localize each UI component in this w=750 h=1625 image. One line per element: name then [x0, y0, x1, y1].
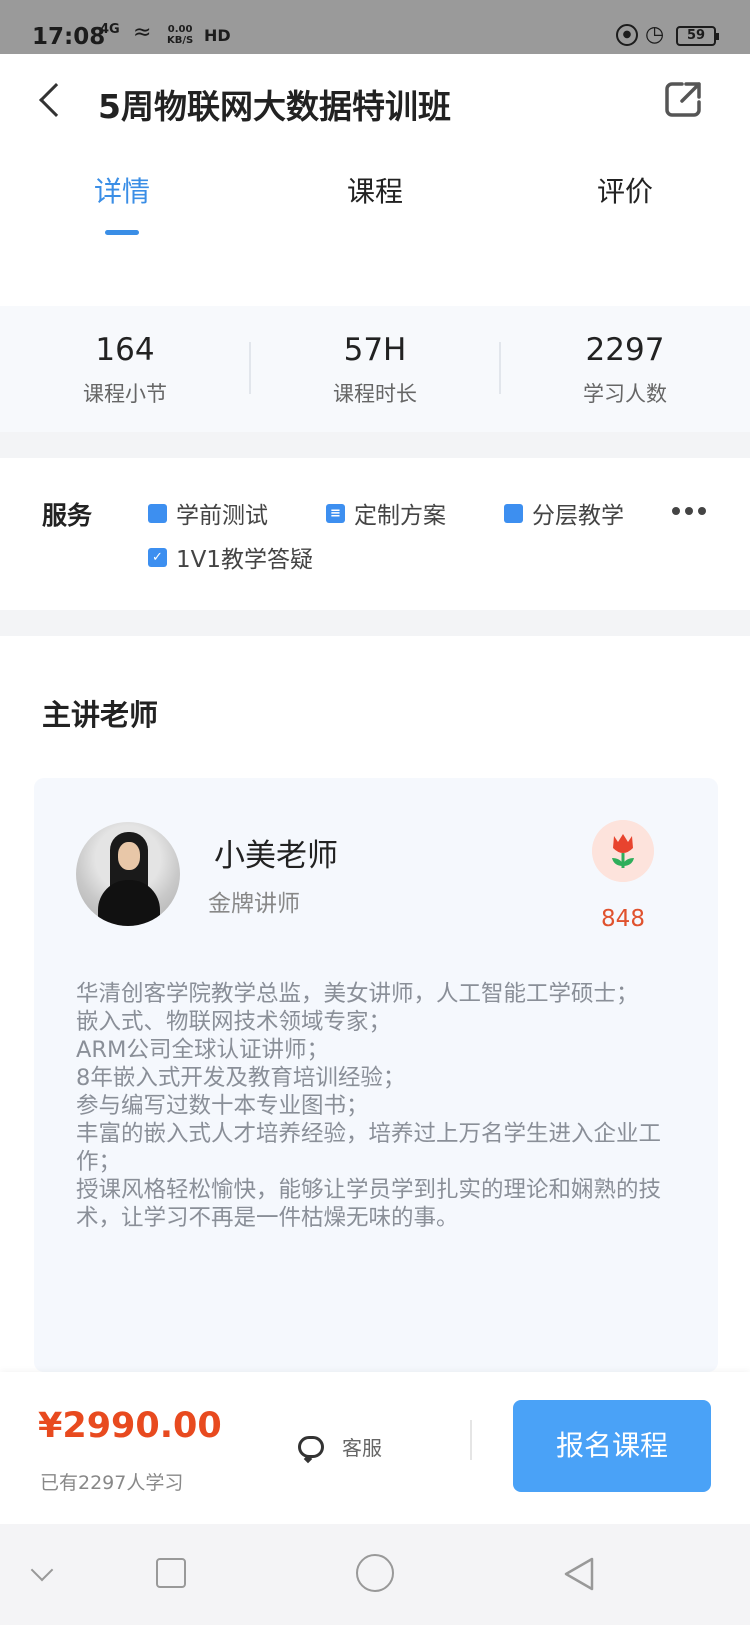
customer-service-button[interactable]: 客服 [298, 1432, 382, 1461]
service-label: 1V1教学答疑 [176, 547, 314, 573]
enroll-button[interactable]: 报名课程 [513, 1400, 711, 1492]
tab-bar: 详情 课程 评价 [0, 150, 750, 240]
more-dot [685, 507, 693, 515]
stat-lessons: 164 课程小节 [0, 332, 250, 408]
bio-line: 丰富的嵌入式人才培养经验，培养过上万名学生进入企业工作； [76, 1121, 662, 1175]
more-icon[interactable] [672, 507, 706, 515]
bio-line: 授课风格轻松愉快，能够让学员学到扎实的理论和娴熟的技术，让学习不再是一件枯燥无味… [76, 1177, 662, 1231]
teacher-section: 主讲老师 小美老师 金牌讲师 848 华清创客学院教学总监，美女讲师，人工智能工… [0, 636, 750, 1372]
nav-home-icon[interactable] [356, 1554, 394, 1592]
bio-line: 华清创客学院教学总监，美女讲师，人工智能工学硕士； [76, 981, 639, 1007]
teacher-section-title: 主讲老师 [42, 698, 159, 732]
service-label: 学前测试 [176, 503, 268, 529]
status-time: 17:08 [32, 24, 106, 50]
stat-label: 学习人数 [583, 382, 667, 406]
tab-label: 评价 [596, 175, 653, 208]
hd-icon: HD [204, 26, 231, 45]
tab-label: 课程 [346, 175, 403, 208]
stat-value: 2297 [585, 332, 665, 368]
wifi-icon: ≈ [133, 20, 152, 45]
share-icon[interactable] [664, 80, 704, 118]
network-speed: 0.00 KB/S [167, 24, 193, 46]
bar-divider [470, 1420, 472, 1460]
status-bar: 17:08 4G ≈ 0.00 KB/S HD ● ◷ 59 [0, 0, 750, 54]
customer-service-label: 客服 [342, 1436, 382, 1460]
bio-line: 嵌入式、物联网技术领域专家； [76, 1009, 392, 1035]
teacher-avatar[interactable] [76, 822, 180, 926]
teacher-bio: 华清创客学院教学总监，美女讲师，人工智能工学硕士； 嵌入式、物联网技术领域专家；… [76, 980, 676, 1232]
chat-bubble-icon [148, 503, 167, 523]
course-stats: 164 课程小节 57H 课程时长 2297 学习人数 [0, 306, 750, 432]
page-title: 5周物联网大数据特训班 [98, 87, 451, 126]
flower-icon[interactable] [592, 820, 654, 882]
check-icon: ✓ [148, 547, 167, 567]
tab-courses[interactable]: 课程 [305, 170, 445, 210]
stat-label: 课程时长 [333, 382, 417, 406]
services-title: 服务 [42, 501, 93, 530]
more-dot [698, 507, 706, 515]
service-layered-teaching[interactable]: 分层教学 [504, 496, 624, 530]
section-divider [0, 610, 750, 636]
chat-icon [298, 1435, 324, 1458]
teacher-role: 金牌讲师 [208, 891, 300, 917]
purchase-bar: ¥2990.00 已有2297人学习 客服 报名课程 [0, 1372, 750, 1524]
service-label: 分层教学 [532, 503, 624, 529]
service-custom-plan[interactable]: ≡ 定制方案 [326, 496, 446, 530]
speed-value: 0.00 [167, 24, 193, 35]
layers-icon [504, 503, 523, 523]
system-nav-bar [0, 1524, 750, 1625]
stat-value: 164 [95, 332, 155, 368]
tab-details[interactable]: 详情 [52, 170, 192, 235]
avatar-body [98, 880, 160, 926]
speed-unit: KB/S [167, 35, 194, 46]
nav-back-icon[interactable] [562, 1556, 596, 1592]
tab-label: 详情 [93, 175, 150, 208]
tab-active-indicator [105, 230, 139, 235]
service-1v1-qa[interactable]: ✓ 1V1教学答疑 [148, 540, 313, 574]
nav-collapse-icon[interactable] [30, 1558, 54, 1582]
rotation-lock-icon: ● [616, 24, 638, 46]
back-icon[interactable] [39, 83, 73, 117]
more-dot [672, 507, 680, 515]
document-icon: ≡ [326, 503, 345, 523]
services-section: 服务 学前测试 ≡ 定制方案 分层教学 ✓ 1V1教学答疑 [0, 458, 750, 610]
service-label: 定制方案 [354, 503, 446, 529]
alarm-icon: ◷ [645, 22, 665, 47]
learner-count: 已有2297人学习 [40, 1472, 184, 1494]
stat-label: 课程小节 [83, 382, 167, 406]
service-pre-test[interactable]: 学前测试 [148, 496, 268, 530]
header: 5周物联网大数据特训班 [0, 54, 750, 150]
stat-duration: 57H 课程时长 [250, 332, 500, 408]
teacher-card: 小美老师 金牌讲师 848 华清创客学院教学总监，美女讲师，人工智能工学硕士； … [34, 778, 718, 1372]
nav-recents-icon[interactable] [156, 1558, 186, 1588]
section-divider [0, 432, 750, 458]
flower-count: 848 [601, 906, 645, 932]
bio-line: ARM公司全球认证讲师； [76, 1037, 329, 1063]
stat-learners: 2297 学习人数 [500, 332, 750, 408]
stat-value: 57H [343, 332, 407, 368]
teacher-name: 小美老师 [214, 838, 338, 874]
bio-line: 参与编写过数十本专业图书； [76, 1093, 369, 1119]
signal-icon: 4G [100, 22, 120, 37]
battery-icon: 59 [676, 26, 719, 46]
tab-reviews[interactable]: 评价 [555, 170, 695, 210]
bio-line: 8年嵌入式开发及教育培训经验； [76, 1065, 406, 1091]
avatar-face [118, 842, 140, 870]
course-price: ¥2990.00 [38, 1406, 222, 1446]
